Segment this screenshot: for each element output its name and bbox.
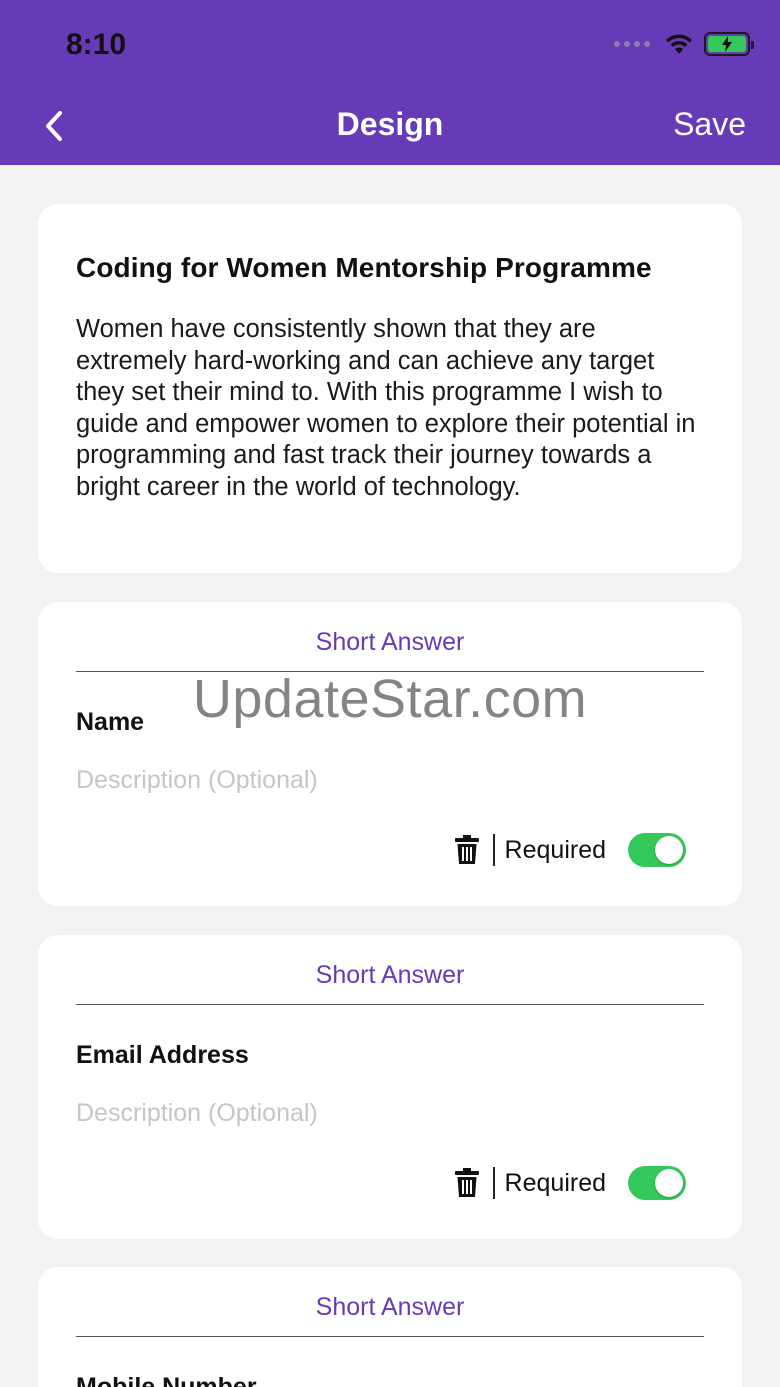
question-type-selector[interactable]: Short Answer	[76, 1293, 704, 1337]
question-description-input[interactable]: Description (Optional)	[76, 1099, 318, 1128]
save-button[interactable]: Save	[673, 106, 746, 143]
question-card-mobile[interactable]: Short Answer Mobile Number	[38, 1267, 742, 1387]
toggle-knob	[655, 836, 683, 864]
form-description[interactable]: Women have consistently shown that they …	[76, 314, 704, 504]
top-bar: 8:10 Design Save	[0, 0, 780, 165]
required-label: Required	[504, 1168, 606, 1197]
delete-button[interactable]	[453, 833, 481, 867]
cellular-signal-icon	[614, 41, 650, 47]
question-actions: Required	[453, 1163, 686, 1203]
watermark: UpdateStar.com	[192, 669, 588, 729]
toggle-knob	[655, 1169, 683, 1197]
required-toggle[interactable]	[628, 1166, 686, 1200]
status-time: 8:10	[66, 28, 127, 61]
question-card-name[interactable]: Short Answer Name Description (Optional)…	[38, 602, 742, 906]
question-description-input[interactable]: Description (Optional)	[76, 766, 318, 795]
question-label[interactable]: Email Address	[76, 1041, 249, 1070]
page-title: Design	[336, 106, 444, 142]
battery-icon	[704, 32, 754, 56]
required-toggle[interactable]	[628, 833, 686, 867]
trash-icon	[454, 1168, 479, 1197]
form-header-card[interactable]: Coding for Women Mentorship Programme Wo…	[38, 204, 742, 573]
delete-button[interactable]	[453, 1166, 481, 1200]
divider	[492, 834, 495, 866]
wifi-icon	[666, 34, 692, 54]
required-label: Required	[504, 835, 606, 864]
question-card-email[interactable]: Short Answer Email Address Description (…	[38, 935, 742, 1239]
question-type-selector[interactable]: Short Answer	[76, 628, 704, 672]
form-title[interactable]: Coding for Women Mentorship Programme	[76, 252, 704, 284]
trash-icon	[454, 835, 479, 864]
question-type-selector[interactable]: Short Answer	[76, 961, 704, 1005]
question-actions: Required	[453, 830, 686, 870]
divider	[492, 1167, 495, 1199]
question-label[interactable]: Mobile Number	[76, 1373, 257, 1387]
status-icons	[614, 32, 754, 56]
